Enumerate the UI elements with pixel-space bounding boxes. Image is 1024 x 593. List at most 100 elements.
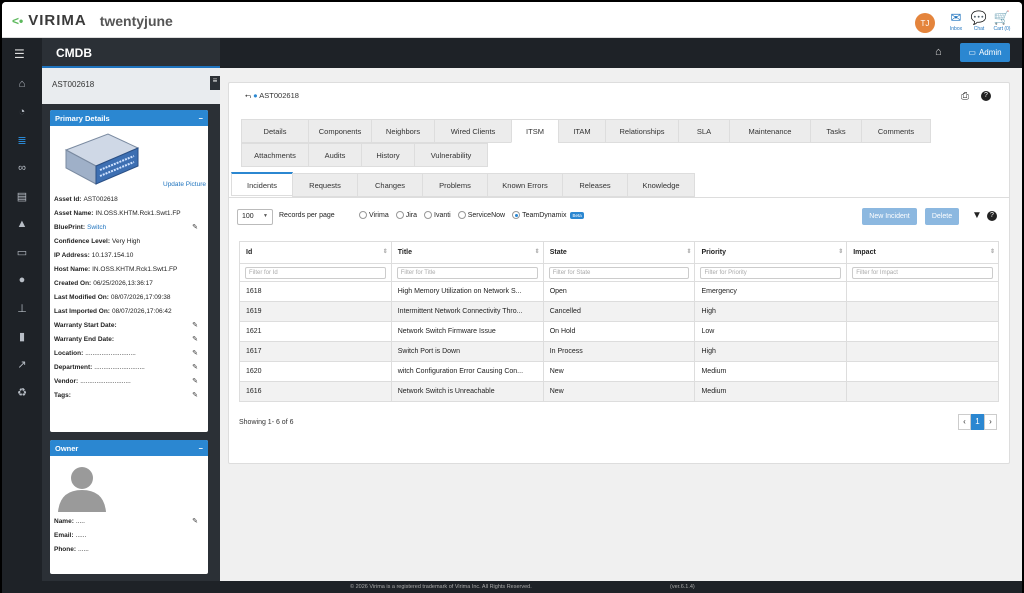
panel-toggle-icon[interactable]: ≡ bbox=[210, 76, 220, 90]
edit-pin-icon[interactable]: ✎ bbox=[192, 517, 198, 525]
tab-tasks[interactable]: Tasks bbox=[810, 119, 862, 143]
dashboard-icon[interactable]: ◔ bbox=[2, 106, 42, 118]
tab-sla[interactable]: SLA bbox=[678, 119, 730, 143]
filter-input-title[interactable]: Filter for Title bbox=[396, 266, 538, 279]
tab-components[interactable]: Components bbox=[308, 119, 372, 143]
edit-pin-icon[interactable]: ✎ bbox=[192, 377, 198, 385]
database-icon[interactable]: ≣ bbox=[2, 134, 42, 147]
subtab-knowledge[interactable]: Knowledge bbox=[627, 173, 695, 197]
new-incident-button[interactable]: New Incident bbox=[862, 208, 917, 225]
tab-neighbors[interactable]: Neighbors bbox=[371, 119, 435, 143]
logo[interactable]: <• VIRIMA twentyjune bbox=[12, 12, 173, 29]
records-per-page-select[interactable]: 100 ▼ bbox=[237, 209, 273, 225]
chat-icon: 💬 bbox=[970, 10, 988, 25]
window-icon[interactable]: ▤ bbox=[2, 190, 42, 203]
table-row[interactable]: 1617 Switch Port is Down In Process High bbox=[239, 341, 999, 362]
column-header-impact[interactable]: Impact ⇕ bbox=[846, 241, 999, 264]
radio-jira[interactable]: Jira bbox=[395, 211, 417, 219]
binoculars-icon[interactable]: ∞ bbox=[2, 162, 42, 174]
tab-vulnerability[interactable]: Vulnerability bbox=[414, 143, 488, 167]
prev-page-button[interactable]: ‹ bbox=[958, 414, 971, 430]
subtab-problems[interactable]: Problems bbox=[422, 173, 488, 197]
card-header[interactable]: Owner − bbox=[50, 440, 208, 456]
cart-button[interactable]: 🛒 Cart (0) bbox=[991, 11, 1013, 33]
edit-pin-icon[interactable]: ✎ bbox=[192, 335, 198, 343]
filter-input-impact[interactable]: Filter for Impact bbox=[852, 266, 993, 279]
edit-pin-icon[interactable]: ✎ bbox=[192, 391, 198, 399]
filter-input-priority[interactable]: Filter for Priority bbox=[700, 266, 842, 279]
tab-wired-clients[interactable]: Wired Clients bbox=[434, 119, 512, 143]
monitor-icon[interactable]: ▭ bbox=[2, 246, 42, 259]
edit-pin-icon[interactable]: ✎ bbox=[192, 349, 198, 357]
table-row[interactable]: 1618 High Memory Utilization on Network S… bbox=[239, 281, 999, 302]
table-row[interactable]: 1621 Network Switch Firmware Issue On Hold… bbox=[239, 321, 999, 342]
radio-virima[interactable]: Virima bbox=[359, 211, 389, 219]
update-picture-link[interactable]: Update Picture bbox=[163, 181, 206, 188]
chat-button[interactable]: 💬 Chat bbox=[968, 10, 990, 33]
subtab-changes[interactable]: Changes bbox=[357, 173, 423, 197]
back-icon[interactable]: ⮢ bbox=[245, 91, 251, 100]
radio-circle[interactable] bbox=[424, 211, 432, 219]
radio-servicenow[interactable]: ServiceNow bbox=[457, 211, 505, 219]
sort-icon[interactable]: ⇕ bbox=[686, 248, 691, 255]
print-icon[interactable]: ⎙ bbox=[961, 91, 969, 102]
radio-circle[interactable] bbox=[457, 211, 466, 219]
sort-icon[interactable]: ⇕ bbox=[838, 248, 843, 255]
table-row[interactable]: 1620 witch Configuration Error Causing Co… bbox=[239, 361, 999, 382]
tab-relationships[interactable]: Relationships bbox=[605, 119, 679, 143]
tab-details[interactable]: Details bbox=[241, 119, 309, 143]
radio-ivanti[interactable]: Ivanti bbox=[424, 211, 451, 219]
filter-input-id[interactable]: Filter for Id bbox=[245, 266, 386, 279]
help-icon[interactable]: ? bbox=[981, 91, 991, 101]
subtab-known-errors[interactable]: Known Errors bbox=[487, 173, 563, 197]
help-icon[interactable]: ? bbox=[987, 211, 997, 221]
card-header[interactable]: Primary Details − bbox=[50, 110, 208, 126]
delete-button[interactable]: Delete bbox=[925, 208, 959, 225]
tab-attachments[interactable]: Attachments bbox=[241, 143, 309, 167]
tab-itam[interactable]: ITAM bbox=[558, 119, 606, 143]
user-avatar[interactable]: TJ bbox=[915, 13, 935, 33]
page-button[interactable]: 1 bbox=[971, 414, 984, 430]
recycle-icon[interactable]: ♻ bbox=[2, 386, 42, 399]
tab-itsm[interactable]: ITSM bbox=[511, 119, 559, 143]
collapse-icon[interactable]: − bbox=[199, 114, 203, 123]
edit-pin-icon[interactable]: ✎ bbox=[192, 223, 198, 231]
inbox-button[interactable]: ✉ Inbox bbox=[945, 11, 967, 33]
tab-comments[interactable]: Comments bbox=[861, 119, 931, 143]
column-header-priority[interactable]: Priority ⇕ bbox=[694, 241, 848, 264]
sort-icon[interactable]: ⇕ bbox=[383, 248, 388, 255]
book-icon[interactable]: ▮ bbox=[2, 330, 42, 343]
sitemap-icon[interactable]: ⊥ bbox=[2, 302, 42, 315]
edit-pin-icon[interactable]: ✎ bbox=[192, 321, 198, 329]
filter-icon[interactable]: ▼ bbox=[972, 210, 982, 221]
radio-circle[interactable] bbox=[359, 211, 367, 219]
next-page-button[interactable]: › bbox=[984, 414, 997, 430]
edit-pin-icon[interactable]: ✎ bbox=[192, 363, 198, 371]
admin-button[interactable]: ▭ Admin bbox=[960, 43, 1010, 62]
tab-audits[interactable]: Audits bbox=[308, 143, 362, 167]
subtab-releases[interactable]: Releases bbox=[562, 173, 628, 197]
collapse-icon[interactable]: − bbox=[199, 444, 203, 453]
warning-icon[interactable]: ▲ bbox=[2, 218, 42, 230]
tab-history[interactable]: History bbox=[361, 143, 415, 167]
tab-maintenance[interactable]: Maintenance bbox=[729, 119, 811, 143]
column-header-id[interactable]: Id ⇕ bbox=[239, 241, 392, 264]
column-header-title[interactable]: Title ⇕ bbox=[390, 241, 544, 264]
subtab-requests[interactable]: Requests bbox=[292, 173, 358, 197]
radio-teamdynamix[interactable]: TeamDynamix Beta bbox=[512, 211, 584, 219]
user-icon[interactable]: ● bbox=[2, 274, 42, 286]
chart-icon[interactable]: ↗ bbox=[2, 358, 42, 371]
sort-icon[interactable]: ⇕ bbox=[535, 248, 540, 255]
home-icon[interactable]: ⌂ bbox=[2, 78, 42, 90]
radio-circle[interactable] bbox=[395, 211, 404, 219]
filter-input-state[interactable]: Filter for State bbox=[548, 266, 690, 279]
column-header-state[interactable]: State ⇕ bbox=[542, 241, 696, 264]
detail-value[interactable]: Switch bbox=[87, 224, 106, 231]
home-icon[interactable]: ⌂ bbox=[935, 46, 942, 58]
radio-circle[interactable] bbox=[512, 211, 521, 219]
menu-icon[interactable]: ☰ bbox=[14, 47, 25, 61]
table-row[interactable]: 1616 Network Switch is Unreachable New Medi… bbox=[239, 381, 999, 402]
sort-icon[interactable]: ⇕ bbox=[990, 248, 995, 255]
subtab-incidents[interactable]: Incidents bbox=[231, 172, 293, 196]
table-row[interactable]: 1619 Intermittent Network Connectivity Th… bbox=[239, 301, 999, 322]
